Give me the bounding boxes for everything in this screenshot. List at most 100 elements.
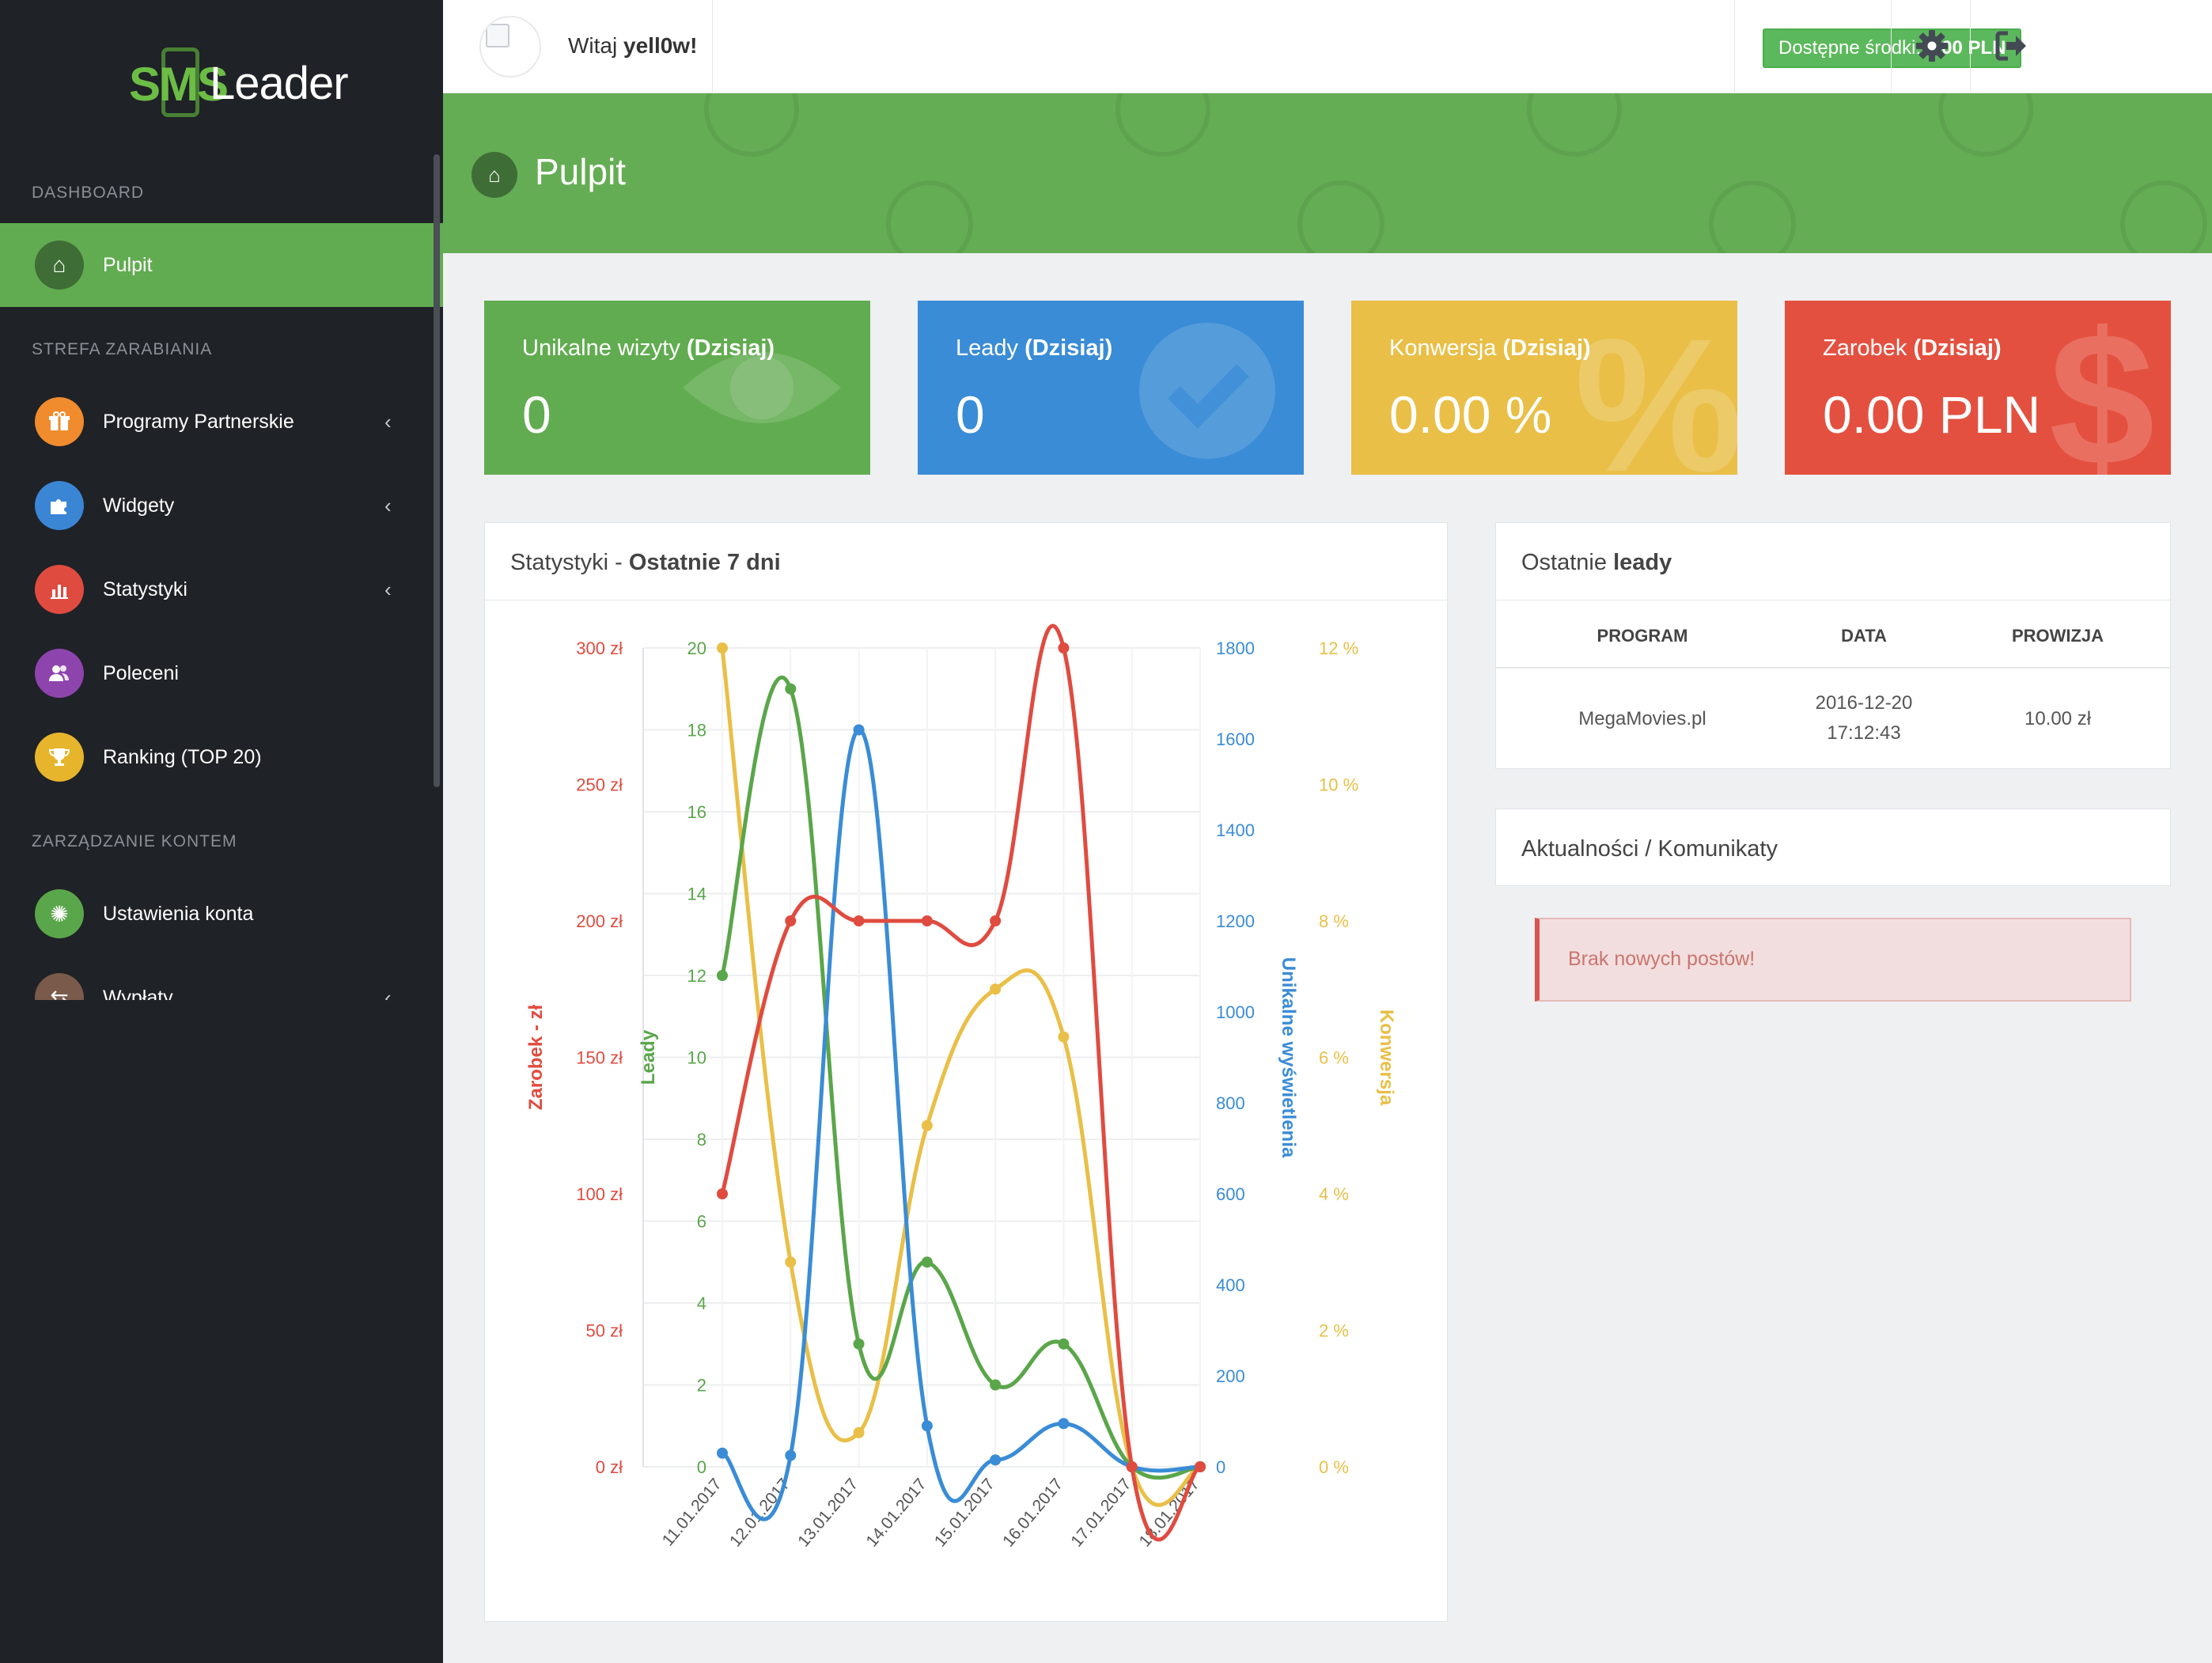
card-title: Konwersja (Dzisiaj): [1389, 335, 1591, 361]
y-tick-label-konwersja: 10 %: [1319, 775, 1358, 795]
table-row[interactable]: MegaMovies.pl 2016-12-20 17:12:43 10.00 …: [1496, 669, 2170, 768]
data-point-views: [853, 724, 865, 736]
percent-icon: %: [1574, 301, 1737, 475]
card-earnings: $ Zarobek (Dzisiaj) 0.00 PLN: [1785, 301, 2171, 475]
cell-time: 17:12:43: [1827, 722, 1901, 744]
y-tick-label-zarobek: 250 zł: [576, 775, 623, 795]
card-leads: Leady (Dzisiaj) 0: [918, 301, 1304, 475]
pattern-decoration: [1709, 180, 1796, 253]
card-conversion: % Konwersja (Dzisiaj) 0.00 %: [1351, 301, 1737, 475]
panel-header: Ostatnie leady: [1496, 523, 2170, 600]
sidebar-item-wyplaty[interactable]: ⇆ Wypłaty ‹: [0, 956, 443, 1000]
data-point-konwersja: [717, 642, 728, 653]
top-bar: Witaj yell0w! Dostępne środki: 0.00 PLN: [443, 0, 2212, 93]
section-zarzadzanie-kontem: ZARZĄDZANIE KONTEM: [32, 832, 237, 850]
data-point-zarobek: [717, 1188, 728, 1199]
series-line-zarobek: [720, 623, 1202, 1542]
y-tick-label-zarobek: 300 zł: [576, 638, 623, 658]
y-tick-label-zarobek: 200 zł: [576, 911, 623, 931]
series-line-leady: [720, 676, 1201, 1480]
page-banner: ⌂ Pulpit: [443, 93, 2212, 253]
trophy-icon: [35, 733, 84, 782]
sidebar-item-statystyki[interactable]: Statystyki ‹: [0, 547, 443, 631]
y-tick-label-views: 800: [1216, 1093, 1245, 1113]
data-point-zarobek: [990, 915, 1002, 926]
data-point-views: [921, 1420, 933, 1432]
sidebar-item-poleceni[interactable]: Poleceni: [0, 631, 443, 715]
panel-title: Statystyki - Ostatnie 7 dni: [510, 550, 781, 575]
sidebar-item-ranking[interactable]: Ranking (TOP 20): [0, 715, 443, 799]
column-header-prowizja[interactable]: PROWIZJA: [1979, 626, 2137, 646]
avatar[interactable]: [479, 16, 541, 78]
card-value: 0.00 PLN: [1823, 385, 2041, 444]
data-point-zarobek: [1195, 1461, 1206, 1472]
panel-header: Statystyki - Ostatnie 7 dni: [485, 523, 1447, 600]
data-point-leady: [853, 1338, 865, 1350]
sidebar-item-pulpit[interactable]: ⌂ Pulpit: [0, 223, 443, 307]
pattern-decoration: [1527, 93, 1622, 157]
sidebar: SMS Leader DASHBOARD ⌂ Pulpit STREFA ZAR…: [0, 0, 443, 1663]
card-title: Zarobek (Dzisiaj): [1823, 335, 2002, 361]
news-panel: Aktualności / Komunikaty: [1495, 809, 2171, 886]
divider: [1734, 0, 1735, 93]
home-icon: ⌂: [472, 152, 517, 198]
y-tick-label-leady: 12: [687, 966, 706, 986]
logout-button[interactable]: [1987, 22, 2035, 70]
y-tick-label-leady: 6: [697, 1212, 706, 1232]
y-tick-label-konwersja: 2 %: [1319, 1321, 1349, 1341]
pattern-decoration: [1297, 180, 1384, 253]
panel-header: Aktualności / Komunikaty: [1496, 809, 2170, 887]
data-point-views: [717, 1447, 728, 1459]
y-tick-label-views: 1200: [1216, 911, 1255, 931]
page-title: Pulpit: [535, 151, 627, 192]
y-tick-label-zarobek: 100 zł: [576, 1184, 623, 1204]
stats-chart[interactable]: 0 zł 50 zł 100 zł 150 zł 200 zł 250 zł 300 zł 0…: [485, 600, 1447, 1621]
y-tick-label-views: 200: [1216, 1366, 1245, 1386]
section-dashboard: DASHBOARD: [32, 184, 145, 202]
card-value: 0: [956, 385, 985, 444]
x-tick-label: 14.01.2017: [863, 1475, 930, 1550]
cell-date: 2016-12-20: [1815, 692, 1913, 714]
divider: [1891, 0, 1892, 93]
y-tick-label-konwersja: 8 %: [1319, 911, 1349, 931]
sidebar-item-label: Poleceni: [103, 661, 179, 684]
funds-badge[interactable]: Dostępne środki: 0.00 PLN: [1763, 28, 2022, 68]
sidebar-item-programy-partnerskie[interactable]: Programy Partnerskie ‹: [0, 380, 443, 464]
data-point-konwersja: [1058, 1031, 1070, 1043]
check-circle-icon: [1139, 323, 1275, 459]
sidebar-scrollbar[interactable]: [434, 154, 440, 787]
y-tick-label-views: 1600: [1216, 729, 1255, 749]
no-posts-text: Brak nowych postów!: [1568, 948, 1756, 970]
sidebar-item-label: Statystyki: [103, 578, 187, 600]
y-tick-label-zarobek: 0 zł: [596, 1457, 623, 1477]
y-tick-label-konwersja: 12 %: [1319, 638, 1358, 658]
card-title: Unikalne wizyty (Dzisiaj): [522, 335, 775, 361]
sidebar-item-label: Ranking (TOP 20): [103, 745, 262, 768]
column-header-program[interactable]: PROGRAM: [1543, 626, 1741, 646]
settings-button[interactable]: [1908, 22, 1956, 70]
logo-leader-text: Leader: [210, 58, 349, 109]
axis-title-zarobek: Zarobek - zł: [525, 1004, 547, 1110]
chevron-left-icon: ‹: [384, 493, 392, 517]
bar-chart-icon: [35, 565, 84, 614]
data-point-konwersja: [785, 1256, 797, 1268]
y-tick-label-leady: 8: [697, 1130, 706, 1150]
y-tick-label-konwersja: 4 %: [1319, 1184, 1349, 1204]
y-tick-label-leady: 14: [687, 885, 706, 904]
y-tick-label-zarobek: 50 zł: [586, 1321, 623, 1341]
sidebar-item-widgety[interactable]: Widgety ‹: [0, 464, 443, 547]
sms-leader-logo[interactable]: SMS Leader: [127, 47, 349, 127]
sidebar-item-label: Widgety: [103, 494, 175, 517]
pattern-decoration: [2120, 180, 2207, 253]
y-tick-label-leady: 2: [697, 1376, 706, 1396]
y-tick-label-zarobek: 150 zł: [576, 1048, 623, 1068]
x-tick-label: 16.01.2017: [999, 1475, 1066, 1550]
y-tick-label-views: 1800: [1216, 638, 1255, 658]
sidebar-item-ustawienia-konta[interactable]: ✺ Ustawienia konta: [0, 872, 443, 956]
username: yell0w!: [623, 33, 698, 58]
sidebar-clip: ⇆ Wypłaty ‹: [0, 956, 443, 1000]
y-tick-label-leady: 0: [697, 1457, 706, 1477]
y-tick-label-views: 1000: [1216, 1002, 1255, 1022]
funds-label: Dostępne środki:: [1778, 37, 1922, 59]
column-header-data[interactable]: DATA: [1765, 626, 1963, 646]
